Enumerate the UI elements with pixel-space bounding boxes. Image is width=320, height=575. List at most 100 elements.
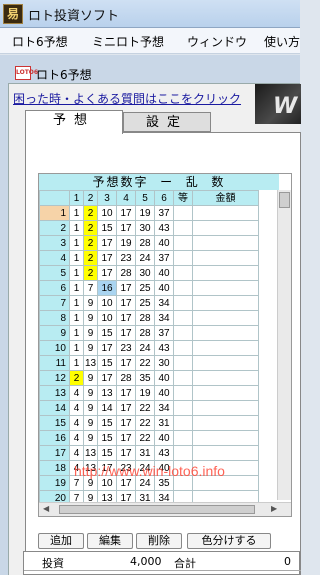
add-button[interactable]: 追加: [38, 533, 84, 549]
grid-cell[interactable]: 34: [154, 295, 174, 311]
grid-cell[interactable]: 1: [69, 280, 84, 296]
row-number[interactable]: 10: [39, 340, 70, 356]
grid-cell[interactable]: 40: [154, 235, 174, 251]
grid-cell[interactable]: 28: [135, 310, 155, 326]
row-number[interactable]: 7: [39, 295, 70, 311]
grid-cell[interactable]: 7: [83, 280, 98, 296]
grid-cell[interactable]: 17: [97, 235, 117, 251]
grid-cell[interactable]: 22: [135, 355, 155, 371]
grid-cell[interactable]: 13: [83, 445, 98, 461]
grid-cell[interactable]: 17: [116, 325, 136, 341]
grid-row[interactable]: 8 1 9 10 17 28 34: [39, 310, 259, 326]
grid-cell[interactable]: 30: [135, 220, 155, 236]
grid-cell[interactable]: 40: [154, 280, 174, 296]
banner-image[interactable]: W: [255, 84, 301, 124]
grid-cell[interactable]: 1: [69, 295, 84, 311]
grid-column-header[interactable]: 6: [154, 190, 174, 206]
grid-cell[interactable]: 24: [135, 250, 155, 266]
grid-cell[interactable]: 9: [83, 340, 98, 356]
grid-cell[interactable]: 37: [154, 250, 174, 266]
row-number[interactable]: 3: [39, 235, 70, 251]
grid-row[interactable]: 5 1 2 17 28 30 40: [39, 265, 259, 281]
grid-row[interactable]: 1 1 2 10 17 19 37: [39, 205, 259, 221]
row-number[interactable]: 16: [39, 430, 70, 446]
grid-cell[interactable]: 9: [83, 415, 98, 431]
prize-amount-cell[interactable]: [192, 340, 259, 356]
prize-amount-cell[interactable]: [192, 310, 259, 326]
grid-cell[interactable]: 17: [97, 340, 117, 356]
grid-cell[interactable]: 1: [69, 220, 84, 236]
grid-cell[interactable]: 14: [97, 400, 117, 416]
menu-miniloto[interactable]: ミニロト予想: [92, 33, 164, 50]
grid-cell[interactable]: 15: [97, 415, 117, 431]
grid-row[interactable]: 4 1 2 17 23 24 37: [39, 250, 259, 266]
menu-howto[interactable]: 使い方: [264, 33, 300, 50]
grid-cell[interactable]: 40: [154, 265, 174, 281]
prize-amount-cell[interactable]: [192, 205, 259, 221]
help-link[interactable]: 困った時・よくある質問はここをクリック: [13, 90, 241, 107]
prize-rank-cell[interactable]: [173, 295, 193, 311]
grid-cell[interactable]: 17: [116, 205, 136, 221]
prize-amount-cell[interactable]: [192, 265, 259, 281]
prize-amount-cell[interactable]: [192, 400, 259, 416]
grid-cell[interactable]: 17: [116, 445, 136, 461]
grid-cell[interactable]: 9: [83, 430, 98, 446]
grid-cell[interactable]: 15: [97, 220, 117, 236]
grid-cell[interactable]: 25: [135, 295, 155, 311]
grid-cell[interactable]: 19: [135, 205, 155, 221]
grid-cell[interactable]: 40: [154, 370, 174, 386]
grid-cell[interactable]: 10: [97, 310, 117, 326]
row-number[interactable]: 17: [39, 445, 70, 461]
grid-row[interactable]: 2 1 2 15 17 30 43: [39, 220, 259, 236]
grid-cell[interactable]: 22: [135, 415, 155, 431]
grid-cell[interactable]: 4: [69, 385, 84, 401]
row-number[interactable]: 2: [39, 220, 70, 236]
row-number[interactable]: 12: [39, 370, 70, 386]
grid-cell[interactable]: 37: [154, 205, 174, 221]
grid-cell[interactable]: 1: [69, 325, 84, 341]
prize-rank-cell[interactable]: [173, 385, 193, 401]
grid-cell[interactable]: 2: [69, 370, 84, 386]
grid-cell[interactable]: 17: [116, 415, 136, 431]
grid-cell[interactable]: 10: [97, 205, 117, 221]
grid-cell[interactable]: 13: [97, 385, 117, 401]
prize-rank-cell[interactable]: [173, 400, 193, 416]
grid-cell[interactable]: 17: [116, 400, 136, 416]
grid-cell[interactable]: 28: [135, 235, 155, 251]
grid-cell[interactable]: 15: [97, 355, 117, 371]
prize-amount-cell[interactable]: [192, 370, 259, 386]
delete-button[interactable]: 削除: [136, 533, 182, 549]
grid-cell[interactable]: 31: [135, 445, 155, 461]
grid-cell[interactable]: 30: [154, 355, 174, 371]
grid-cell[interactable]: 4: [69, 430, 84, 446]
grid-cell[interactable]: 40: [154, 385, 174, 401]
scroll-left-icon[interactable]: ◀: [43, 504, 49, 513]
grid-column-header[interactable]: 2: [83, 190, 98, 206]
row-number[interactable]: 1: [39, 205, 70, 221]
prize-amount-cell[interactable]: [192, 280, 259, 296]
row-number[interactable]: 15: [39, 415, 70, 431]
prize-rank-cell[interactable]: [173, 205, 193, 221]
menu-window[interactable]: ウィンドウ: [187, 33, 247, 50]
row-number[interactable]: 6: [39, 280, 70, 296]
grid-cell[interactable]: 9: [83, 325, 98, 341]
prize-rank-cell[interactable]: [173, 340, 193, 356]
grid-cell[interactable]: 2: [83, 235, 98, 251]
grid-cell[interactable]: 31: [154, 415, 174, 431]
grid-cell[interactable]: 1: [69, 250, 84, 266]
grid-column-header[interactable]: 金額: [192, 190, 259, 206]
prize-rank-cell[interactable]: [173, 370, 193, 386]
grid-row[interactable]: 11 1 13 15 17 22 30: [39, 355, 259, 371]
grid-cell[interactable]: 25: [135, 280, 155, 296]
grid-column-header[interactable]: 等: [173, 190, 193, 206]
grid-row[interactable]: 15 4 9 15 17 22 31: [39, 415, 259, 431]
grid-cell[interactable]: 34: [154, 310, 174, 326]
prize-rank-cell[interactable]: [173, 235, 193, 251]
grid-cell[interactable]: 19: [116, 235, 136, 251]
grid-cell[interactable]: 9: [83, 295, 98, 311]
grid-cell[interactable]: 22: [135, 400, 155, 416]
grid-row[interactable]: 16 4 9 15 17 22 40: [39, 430, 259, 446]
prize-rank-cell[interactable]: [173, 355, 193, 371]
grid-cell[interactable]: 2: [83, 220, 98, 236]
row-number[interactable]: 18: [39, 460, 70, 476]
